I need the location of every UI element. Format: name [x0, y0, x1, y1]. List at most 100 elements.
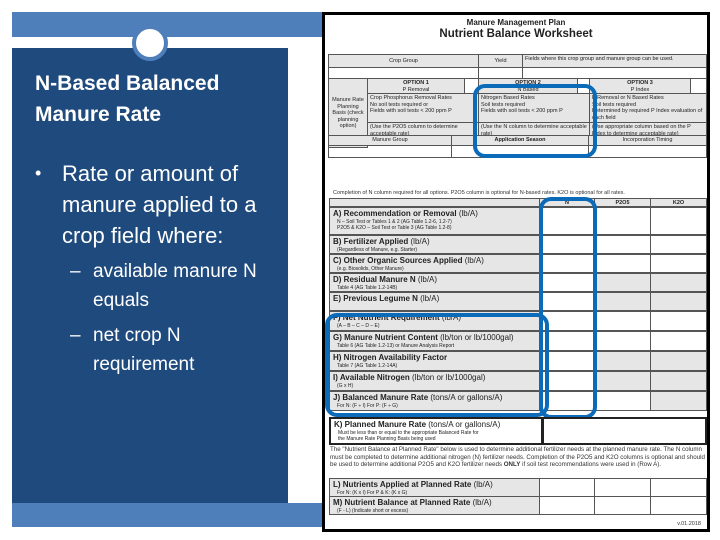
dash-icon: –: [70, 325, 81, 346]
sub-bullet-item: – available manure N equals: [70, 257, 285, 315]
row-label: J) Balanced Manure Rate (tons/A or gallo…: [333, 393, 503, 402]
worksheet-row: E) Previous Legume N (lb/A): [329, 292, 540, 311]
row-label: H) Nitrogen Availability Factor: [333, 353, 448, 362]
value-cell-n[interactable]: [539, 391, 595, 411]
worksheet-row: C) Other Organic Sources Applied (lb/A)(…: [329, 254, 540, 273]
value-cell-n[interactable]: [539, 351, 595, 371]
value-cell-k2o[interactable]: [650, 235, 707, 254]
value-cell-k2o: [650, 292, 707, 311]
value-cell-p2o5: [594, 292, 651, 311]
row-k-sub: the Manure Rate Planning Basis being use…: [338, 436, 436, 442]
value-cell-n[interactable]: [539, 273, 595, 292]
value-cell-k2o[interactable]: [650, 207, 707, 235]
bullet-list: • Rate or amount of manure applied to a …: [35, 158, 285, 379]
row-k-label: K) Planned Manure Rate (tons/A or gallon…: [334, 420, 501, 429]
value-cell-p2o5[interactable]: [594, 478, 651, 497]
circle-ornament-icon: [132, 25, 168, 61]
worksheet-row: I) Available Nitrogen (lb/ton or lb/1000…: [329, 371, 540, 391]
option-3-header: OPTION 3 P Index: [589, 78, 691, 94]
row-sub-label: Table 4 (AG Table 1.2-14B): [337, 285, 398, 291]
row-label: L) Nutrients Applied at Planned Rate (lb…: [333, 480, 493, 489]
fields-note: Fields where this crop group and manure …: [522, 54, 707, 68]
value-cell-n[interactable]: [539, 311, 595, 331]
sub-bullet-item: – net crop N requirement: [70, 321, 285, 379]
value-cell-n[interactable]: [539, 331, 595, 351]
row-label: I) Available Nitrogen (lb/ton or lb/1000…: [333, 373, 486, 382]
value-cell-n[interactable]: [539, 235, 595, 254]
sub-bullet-text: net crop N requirement: [93, 325, 195, 375]
column-k2o-header: K2O: [650, 198, 707, 207]
value-cell-n[interactable]: [539, 292, 595, 311]
value-cell-p2o5[interactable]: [594, 207, 651, 235]
row-label: F) Net Nutrient Requirement (lb/A): [333, 313, 462, 322]
option-1-header: OPTION 1 P Removal: [367, 78, 465, 94]
option-2-header: OPTION 2 N Based: [478, 78, 578, 94]
value-cell-p2o5[interactable]: [594, 331, 651, 351]
bullet-dot-icon: •: [35, 163, 42, 183]
sub-bullet-text: available manure N equals: [93, 261, 257, 311]
row-sub-label: (G x H): [337, 383, 354, 389]
value-cell-p2o5[interactable]: [594, 496, 651, 515]
row-sub-label: (Regardless of Manure, e.g. Starter): [337, 247, 418, 253]
version-label: v.01.2018: [677, 521, 701, 527]
value-cell-k2o[interactable]: [650, 331, 707, 351]
top-accent-bar: [12, 12, 322, 37]
column-header-blank: [329, 198, 540, 207]
planned-rate-paragraph: The "Nutrient Balance at Planned Rate" b…: [330, 446, 705, 469]
worksheet-subtitle: Manure Management Plan: [466, 18, 566, 27]
row-l: L) Nutrients Applied at Planned Rate (lb…: [329, 478, 540, 497]
worksheet-row: B) Fertilizer Applied (lb/A) (Regardless …: [329, 235, 540, 254]
slide-title: N-Based Balanced Manure Rate: [35, 72, 220, 126]
value-cell-p2o5[interactable]: [594, 235, 651, 254]
value-cell-k2o[interactable]: [650, 311, 707, 331]
value-cell-p2o5[interactable]: [594, 311, 651, 331]
value-cell-n[interactable]: [539, 254, 595, 273]
value-cell-n[interactable]: [539, 496, 595, 515]
value-cell-k2o: [650, 391, 707, 411]
value-cell-n[interactable]: [539, 371, 595, 391]
value-cell-k2o: [650, 371, 707, 391]
completion-note: Completion of N column required for all …: [333, 190, 625, 196]
value-cell-n[interactable]: [539, 478, 595, 497]
value-cell-k2o: [650, 273, 707, 292]
value-cell-p2o5: [594, 273, 651, 292]
row-label: B) Fertilizer Applied (lb/A): [333, 237, 430, 246]
option-1-note: (Use the P2O5 column to determine accept…: [367, 122, 479, 136]
option-bullet: Determined by required P Index evaluatio…: [592, 108, 703, 121]
worksheet-row: A) Recommendation or Removal (lb/A) N – S…: [329, 207, 540, 235]
option-1-checkbox[interactable]: [464, 78, 479, 94]
manure-group-value: [328, 145, 452, 158]
yield-header: Yield: [478, 54, 523, 68]
value-cell-p2o5: [594, 351, 651, 371]
value-cell-k2o[interactable]: [650, 478, 707, 497]
nutrient-balance-worksheet: Manure Management Plan Nutrient Balance …: [322, 12, 710, 532]
option-3-bullets: P Removal or N Based Rates Soil tests re…: [589, 93, 707, 123]
value-cell-k2o: [650, 351, 707, 371]
bullet-text: Rate or amount of manure applied to a cr…: [62, 161, 257, 248]
option-2-note: (Use the N column to determine acceptabl…: [478, 122, 590, 136]
worksheet-row: F) Net Nutrient Requirement (lb/A) (A – B…: [329, 311, 540, 331]
row-sub-label: P2O5 & K2O – Soil Test or Table 3 (AG Ta…: [337, 225, 452, 231]
value-cell-n[interactable]: [539, 207, 595, 235]
bullet-item: • Rate or amount of manure applied to a …: [35, 158, 285, 251]
row-label: M) Nutrient Balance at Planned Rate (lb/…: [333, 498, 492, 507]
option-3-checkbox[interactable]: [690, 78, 707, 94]
worksheet-row: J) Balanced Manure Rate (tons/A or gallo…: [329, 391, 540, 411]
row-k-value[interactable]: [542, 417, 707, 445]
row-label: C) Other Organic Sources Applied (lb/A): [333, 256, 484, 265]
row-m: M) Nutrient Balance at Planned Rate (lb/…: [329, 496, 540, 515]
row-sub-label: Table 6 (AG Table 1.2-13) or Manure Anal…: [337, 343, 455, 349]
worksheet-row: G) Manure Nutrient Content (lb/ton or lb…: [329, 331, 540, 351]
value-cell-k2o[interactable]: [650, 254, 707, 273]
value-cell-p2o5[interactable]: [594, 391, 651, 411]
option-bullet: Fields with soil tests < 200 ppm P: [370, 108, 452, 114]
row-label: E) Previous Legume N (lb/A): [333, 294, 440, 303]
row-label: G) Manure Nutrient Content (lb/ton or lb…: [333, 333, 514, 342]
row-sub-label: (F - L) (Indicate short or excess): [337, 508, 409, 514]
row-sub-label: (A – B – C – D – E): [337, 323, 380, 329]
option-2-bullets: Nitrogen Based Rates Soil tests required…: [478, 93, 590, 123]
option-1-bullets: Crop Phosphorus Removal Rates No soil te…: [367, 93, 479, 123]
value-cell-k2o[interactable]: [650, 496, 707, 515]
row-label: D) Residual Manure N (lb/A): [333, 275, 438, 284]
value-cell-p2o5[interactable]: [594, 254, 651, 273]
